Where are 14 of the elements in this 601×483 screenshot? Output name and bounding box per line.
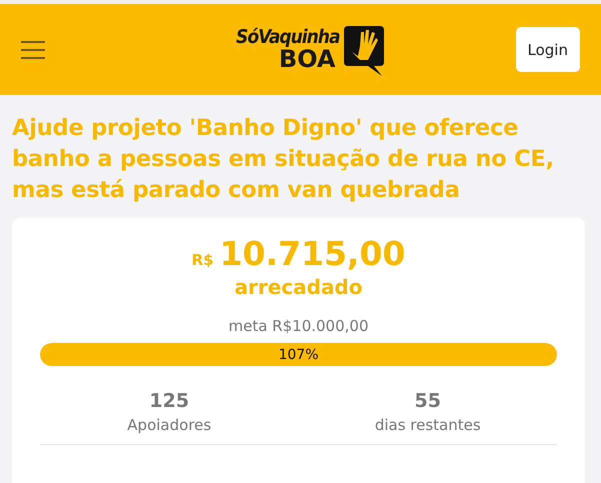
logo-text: SóVaquinha [236, 28, 340, 47]
currency-label: R$ [192, 251, 214, 269]
stat-value: 55 [414, 390, 441, 412]
stat-value: 125 [149, 390, 190, 412]
progress-percent: 107% [278, 346, 319, 362]
login-button[interactable]: Login [516, 27, 580, 72]
stat-label: Apoiadores [127, 416, 212, 434]
stat-label: dias restantes [374, 416, 481, 434]
raised-label: arrecadado [234, 275, 362, 299]
goal-text: meta R$10.000,00 [228, 317, 368, 335]
logo-text: BOA [278, 47, 336, 71]
campaign-title: Ajude projeto 'Banho Digno' que oferece banho a pessoas em situação de rua no CE, mas está parado com van quebrada [11, 114, 555, 205]
raised-amount: 10.715,00 [220, 234, 406, 273]
menu-icon[interactable] [20, 40, 46, 60]
